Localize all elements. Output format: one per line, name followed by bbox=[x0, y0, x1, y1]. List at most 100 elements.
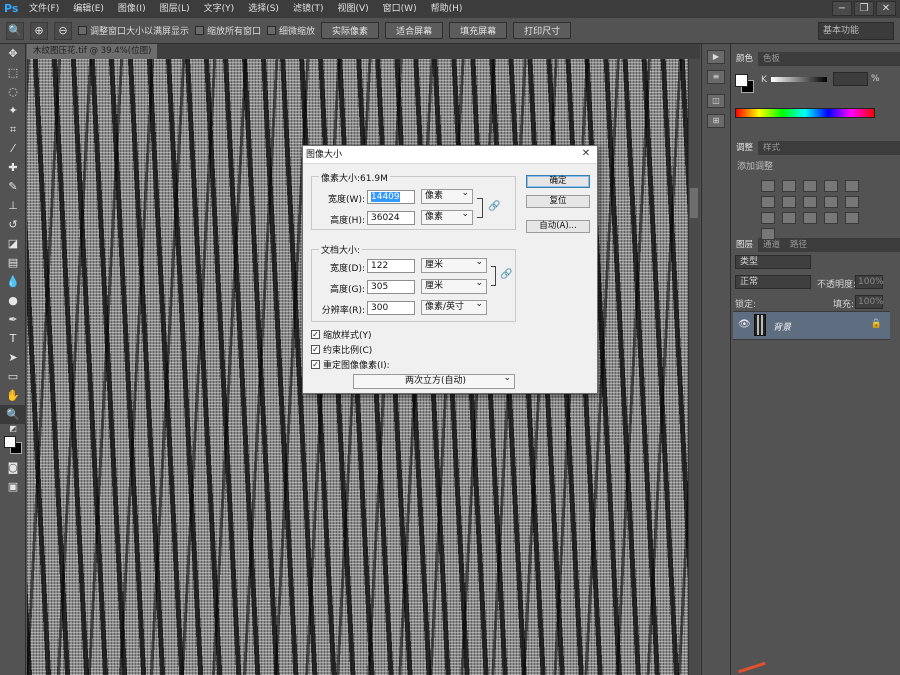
menu-help[interactable]: 帮助(H) bbox=[424, 0, 470, 18]
fill-input[interactable]: 100% bbox=[855, 295, 884, 309]
close-window-button[interactable]: ✕ bbox=[876, 1, 896, 16]
minimize-button[interactable]: − bbox=[832, 1, 852, 16]
close-icon[interactable]: ✕ bbox=[579, 147, 593, 161]
path-selection-tool-icon[interactable]: ➤ bbox=[0, 348, 26, 367]
color-balance-icon[interactable] bbox=[782, 196, 796, 208]
eraser-tool-icon[interactable]: ◪ bbox=[0, 234, 26, 253]
history-panel-icon[interactable]: ▶ bbox=[707, 50, 725, 64]
menu-image[interactable]: 图像(I) bbox=[111, 0, 153, 18]
actual-pixels-button[interactable]: 实际像素 bbox=[321, 22, 380, 39]
doc-width-unit-select[interactable]: 厘米 bbox=[421, 256, 487, 273]
clone-stamp-tool-icon[interactable]: ⊥ bbox=[0, 196, 26, 215]
zoom-tool-icon[interactable]: 🔍 bbox=[0, 405, 26, 424]
quick-mask-icon[interactable]: ◙ bbox=[0, 458, 26, 477]
brush-tool-icon[interactable]: ✎ bbox=[0, 177, 26, 196]
zoom-in-icon[interactable]: ⊕ bbox=[30, 21, 48, 40]
gradient-map-icon[interactable] bbox=[845, 212, 859, 224]
zoom-all-option[interactable]: 缩放所有窗口 bbox=[195, 24, 261, 37]
fg-color-swatch[interactable] bbox=[735, 74, 748, 87]
scrubby-zoom-checkbox[interactable] bbox=[267, 26, 277, 35]
tab-paths[interactable]: 路径 bbox=[785, 238, 812, 252]
menu-type[interactable]: 文字(Y) bbox=[197, 0, 242, 18]
actions-panel-icon[interactable]: ⊞ bbox=[707, 114, 725, 128]
fit-screen-button[interactable]: 适合屏幕 bbox=[385, 22, 444, 39]
info-panel-icon[interactable]: ◫ bbox=[707, 94, 725, 108]
resolution-unit-select[interactable]: 像素/英寸 bbox=[421, 298, 487, 315]
invert-icon[interactable] bbox=[782, 212, 796, 224]
screen-mode-icon[interactable]: ▣ bbox=[0, 477, 26, 496]
height-unit-select[interactable]: 像素 bbox=[421, 208, 473, 225]
type-tool-icon[interactable]: T bbox=[0, 329, 26, 348]
color-spectrum[interactable] bbox=[735, 108, 875, 118]
lasso-tool-icon[interactable]: ◌ bbox=[0, 82, 26, 101]
restore-button[interactable]: ❐ bbox=[854, 1, 874, 16]
menu-select[interactable]: 选择(S) bbox=[241, 0, 286, 18]
gradient-tool-icon[interactable]: ▤ bbox=[0, 253, 26, 272]
zoom-all-checkbox[interactable] bbox=[195, 26, 205, 35]
shape-tool-icon[interactable]: ▭ bbox=[0, 367, 26, 386]
resample-checkbox[interactable]: ✓ 重定图像像素(I): bbox=[311, 358, 390, 371]
vibrance-icon[interactable] bbox=[845, 180, 859, 192]
move-tool-icon[interactable]: ✥ bbox=[0, 44, 26, 63]
width-unit-select[interactable]: 像素 bbox=[421, 187, 473, 204]
levels-icon[interactable] bbox=[782, 180, 796, 192]
layer-kind-filter[interactable]: 类型 bbox=[735, 255, 811, 269]
healing-brush-tool-icon[interactable]: ✚ bbox=[0, 158, 26, 177]
doc-width-input[interactable]: 122 bbox=[367, 259, 415, 273]
blur-tool-icon[interactable]: 💧 bbox=[0, 272, 26, 291]
eyedropper-tool-icon[interactable]: ⁄ bbox=[0, 139, 26, 158]
resize-windows-checkbox[interactable] bbox=[78, 26, 87, 35]
scrollbar-thumb[interactable] bbox=[690, 188, 698, 218]
color-lookup-icon[interactable] bbox=[761, 212, 775, 224]
tab-layers[interactable]: 图层 bbox=[731, 238, 759, 252]
zoom-tool-icon[interactable]: 🔍 bbox=[6, 21, 24, 40]
workspace-select[interactable]: 基本功能 bbox=[818, 22, 894, 40]
black-white-icon[interactable] bbox=[803, 196, 817, 208]
reset-button[interactable]: 复位 bbox=[526, 195, 590, 208]
vertical-scrollbar[interactable] bbox=[688, 59, 700, 675]
default-colors-icon[interactable]: ◩ bbox=[0, 424, 26, 434]
doc-height-input[interactable]: 305 bbox=[367, 280, 415, 294]
menu-window[interactable]: 窗口(W) bbox=[376, 0, 424, 18]
tab-styles[interactable]: 样式 bbox=[758, 141, 785, 155]
zoom-out-icon[interactable]: ⊖ bbox=[54, 21, 72, 40]
tab-adjustments[interactable]: 调整 bbox=[731, 141, 759, 155]
layer-visibility-icon[interactable]: 👁 bbox=[738, 319, 751, 330]
tab-channels[interactable]: 通道 bbox=[758, 238, 785, 252]
pen-tool-icon[interactable]: ✒ bbox=[0, 310, 26, 329]
fill-screen-button[interactable]: 填充屏幕 bbox=[449, 22, 508, 39]
scale-styles-checkbox[interactable]: ✓ 缩放样式(Y) bbox=[311, 328, 372, 341]
channel-mixer-icon[interactable] bbox=[845, 196, 859, 208]
scrubby-zoom-option[interactable]: 细微缩放 bbox=[267, 24, 315, 37]
foreground-background-swatch[interactable] bbox=[0, 434, 26, 458]
magic-wand-tool-icon[interactable]: ✦ bbox=[0, 101, 26, 120]
menu-file[interactable]: 文件(F) bbox=[22, 0, 66, 18]
resize-windows-option[interactable]: 调整窗口大小以满屏显示 bbox=[78, 24, 189, 37]
properties-panel-icon[interactable]: ≡ bbox=[707, 70, 725, 84]
auto-button[interactable]: 自动(A)... bbox=[526, 220, 590, 233]
tab-color[interactable]: 颜色 bbox=[731, 52, 759, 66]
constrain-proportions-checkbox[interactable]: ✓ 约束比例(C) bbox=[311, 343, 372, 356]
k-value-input[interactable] bbox=[833, 72, 868, 86]
marquee-tool-icon[interactable]: ⬚ bbox=[0, 63, 26, 82]
history-brush-tool-icon[interactable]: ↺ bbox=[0, 215, 26, 234]
hue-saturation-icon[interactable] bbox=[761, 196, 775, 208]
k-slider[interactable] bbox=[771, 77, 827, 82]
resample-method-select[interactable]: 两次立方(自动) bbox=[353, 372, 515, 389]
height-pixels-input[interactable]: 36024 bbox=[367, 211, 415, 225]
opacity-input[interactable]: 100% bbox=[855, 275, 884, 289]
hand-tool-icon[interactable]: ✋ bbox=[0, 386, 26, 405]
width-pixels-input[interactable]: 14409 bbox=[367, 190, 415, 204]
exposure-icon[interactable] bbox=[824, 180, 838, 192]
photo-filter-icon[interactable] bbox=[824, 196, 838, 208]
posterize-icon[interactable] bbox=[803, 212, 817, 224]
tab-swatches[interactable]: 色板 bbox=[758, 52, 785, 66]
blend-mode-select[interactable]: 正常 bbox=[735, 275, 811, 289]
threshold-icon[interactable] bbox=[824, 212, 838, 224]
dodge-tool-icon[interactable]: ● bbox=[0, 291, 26, 310]
curves-icon[interactable] bbox=[803, 180, 817, 192]
menu-filter[interactable]: 滤镜(T) bbox=[286, 0, 331, 18]
foreground-color[interactable] bbox=[4, 436, 16, 448]
menu-edit[interactable]: 编辑(E) bbox=[66, 0, 111, 18]
doc-height-unit-select[interactable]: 厘米 bbox=[421, 277, 487, 294]
